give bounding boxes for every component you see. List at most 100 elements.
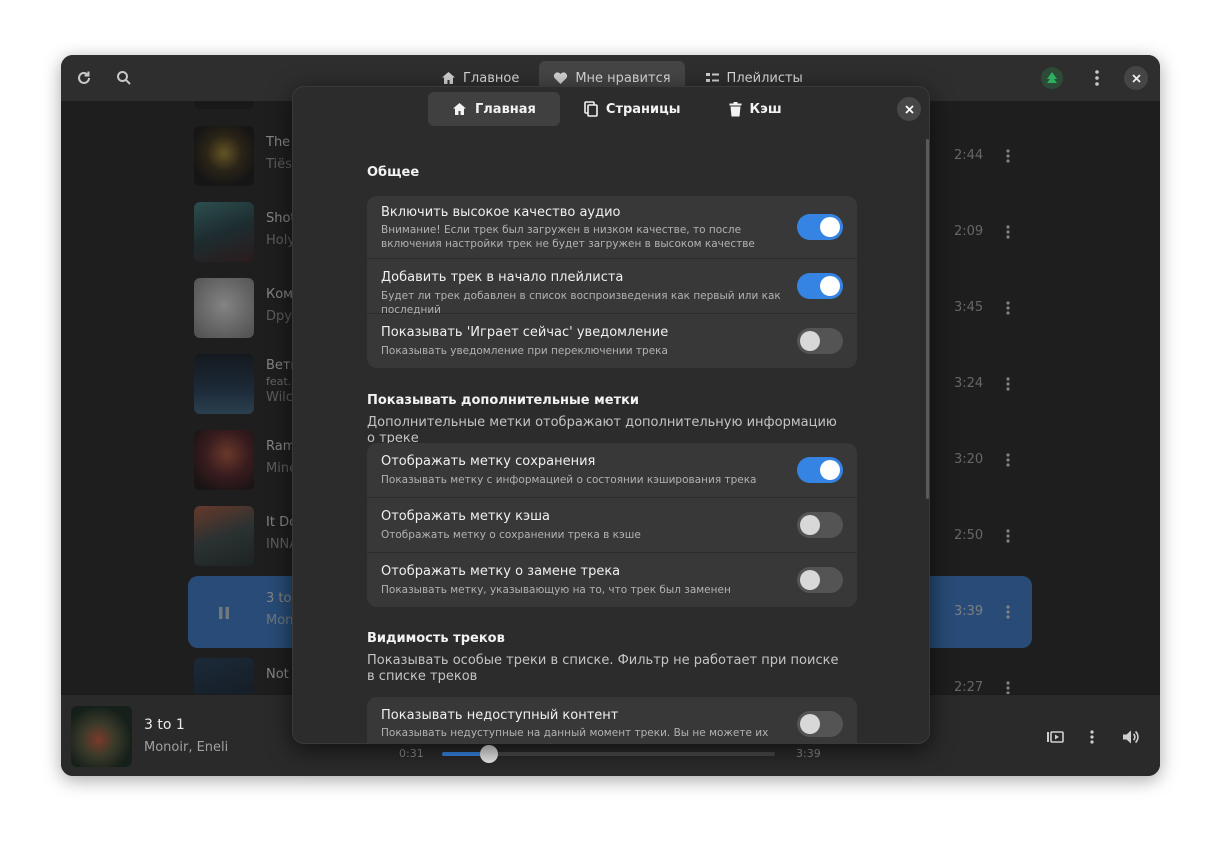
cache-label-switch[interactable] — [797, 512, 843, 538]
group-title-labels: Показывать дополнительные метки — [367, 393, 640, 408]
search-button[interactable] — [109, 63, 139, 93]
setting-subtitle: Показывать недуступные на данный момент … — [381, 727, 769, 743]
cover-partial — [194, 101, 254, 109]
switch-knob — [800, 515, 820, 535]
track-duration: 3:24 — [954, 376, 984, 391]
vertical-dots-icon — [1095, 70, 1099, 86]
player-artist[interactable]: Monoir, Eneli — [144, 740, 228, 755]
switch-knob — [820, 217, 840, 237]
avatar[interactable] — [1041, 67, 1063, 89]
track-cover — [194, 658, 254, 694]
setting-title: Отображать метку сохранения — [381, 454, 596, 469]
setting-row-unavailable[interactable]: Показывать недоступный контент Показыват… — [367, 697, 857, 743]
track-menu-button[interactable] — [1000, 296, 1016, 320]
track-artist: Holy — [266, 233, 296, 248]
refresh-button[interactable] — [69, 63, 99, 93]
tab-cache[interactable]: Кэш — [705, 92, 806, 126]
tab-home-label: Главное — [463, 70, 520, 86]
player-cover[interactable] — [71, 706, 132, 767]
track-cover — [194, 126, 254, 186]
track-menu-button[interactable] — [1000, 448, 1016, 472]
close-icon — [1131, 73, 1141, 83]
volume-icon — [1123, 730, 1139, 744]
progress-knob[interactable] — [479, 745, 498, 763]
setting-title: Показывать недоступный контент — [381, 708, 619, 723]
search-icon — [117, 71, 131, 85]
track-feat: feat. — [266, 375, 292, 388]
group-title-visibility: Видимость треков — [367, 631, 505, 646]
setting-row-cache-label[interactable]: Отображать метку кэша Отображать метку о… — [367, 498, 857, 553]
setting-title: Включить высокое качество аудио — [381, 205, 621, 220]
track-menu-button[interactable] — [1000, 220, 1016, 244]
setting-row-now-playing[interactable]: Показывать 'Играет сейчас' уведомление П… — [367, 314, 857, 368]
labels-list: Отображать метку сохранения Показывать м… — [367, 443, 857, 607]
tab-pages[interactable]: Страницы — [560, 92, 705, 126]
track-cover — [194, 278, 254, 338]
tab-favorites-label: Мне нравится — [575, 70, 671, 86]
track-duration: 2:09 — [954, 224, 984, 239]
hq-audio-switch[interactable] — [797, 214, 843, 240]
dialog-close-button[interactable] — [897, 97, 921, 121]
setting-title: Показывать 'Играет сейчас' уведомление — [381, 325, 669, 340]
time-total: 3:39 — [796, 747, 821, 760]
pause-icon[interactable] — [218, 605, 230, 624]
setting-row-hq-audio[interactable]: Включить высокое качество аудио Внимание… — [367, 196, 857, 259]
track-title: Ram — [266, 439, 296, 454]
setting-title: Добавить трек в начало плейлиста — [381, 270, 624, 285]
now-playing-switch[interactable] — [797, 328, 843, 354]
track-cover — [194, 354, 254, 414]
vertical-dots-icon — [1006, 681, 1010, 694]
pages-icon — [584, 101, 598, 117]
track-menu-button[interactable] — [1000, 600, 1016, 624]
queue-button[interactable] — [1044, 726, 1066, 748]
track-menu-button[interactable] — [1000, 676, 1016, 694]
window-close-button[interactable] — [1124, 66, 1148, 90]
vertical-dots-icon — [1006, 377, 1010, 391]
visibility-list: Показывать недоступный контент Показыват… — [367, 697, 857, 743]
main-menu-button[interactable] — [1082, 63, 1112, 93]
tab-general-label: Главная — [475, 101, 536, 117]
setting-title: Отображать метку кэша — [381, 509, 550, 524]
setting-row-save-label[interactable]: Отображать метку сохранения Показывать м… — [367, 443, 857, 498]
track-cover — [194, 506, 254, 566]
home-icon — [453, 103, 466, 115]
setting-row-add-to-start[interactable]: Добавить трек в начало плейлиста Будет л… — [367, 259, 857, 316]
track-duration: 3:20 — [954, 452, 984, 467]
trash-icon — [729, 101, 742, 116]
preferences-dialog: Главная Страницы Кэш Общее Включить высо… — [292, 86, 930, 744]
volume-button[interactable] — [1120, 726, 1142, 748]
vertical-dots-icon — [1006, 453, 1010, 467]
tree-icon — [1047, 72, 1057, 83]
add-to-start-switch[interactable] — [797, 273, 843, 299]
playlists-icon — [705, 73, 719, 82]
switch-knob — [820, 460, 840, 480]
unavailable-switch[interactable] — [797, 711, 843, 737]
player-title[interactable]: 3 to 1 — [144, 717, 185, 733]
tab-cache-label: Кэш — [749, 101, 782, 117]
switch-knob — [800, 331, 820, 351]
track-menu-button[interactable] — [1000, 372, 1016, 396]
track-menu-button[interactable] — [1000, 144, 1016, 168]
setting-subtitle: Показывать метку с информацией о состоян… — [381, 474, 757, 486]
track-title: Ком — [266, 287, 293, 302]
vertical-dots-icon — [1006, 301, 1010, 315]
track-duration: 3:39 — [954, 604, 984, 619]
replace-label-switch[interactable] — [797, 567, 843, 593]
vertical-dots-icon — [1090, 730, 1094, 744]
track-artist: Wilc — [266, 390, 293, 405]
player-menu-button[interactable] — [1081, 726, 1103, 748]
switch-knob — [820, 276, 840, 296]
track-menu-button[interactable] — [1000, 524, 1016, 548]
dialog-scrollbar[interactable] — [926, 139, 929, 499]
vertical-dots-icon — [1006, 605, 1010, 619]
progress-slider[interactable] — [442, 745, 775, 763]
preferences-tabs: Главная Страницы Кэш — [428, 92, 806, 126]
save-label-switch[interactable] — [797, 457, 843, 483]
track-title: The — [266, 135, 291, 150]
heart-icon — [554, 72, 568, 84]
track-duration: 2:50 — [954, 528, 984, 543]
track-duration: 3:45 — [954, 300, 984, 315]
tab-general[interactable]: Главная — [428, 92, 560, 126]
setting-row-replace-label[interactable]: Отображать метку о замене трека Показыва… — [367, 553, 857, 607]
setting-subtitle: Показывать метку, указывающую на то, что… — [381, 584, 731, 596]
